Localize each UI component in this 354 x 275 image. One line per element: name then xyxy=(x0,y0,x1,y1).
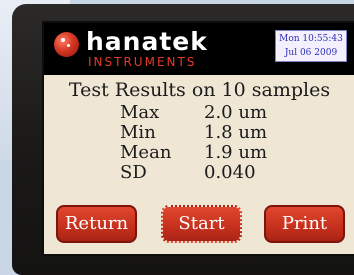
clock-time: Mon 10:55:43 xyxy=(279,34,343,44)
result-row-sd: SD 0.040 xyxy=(120,163,304,183)
result-label: Min xyxy=(120,122,156,143)
touch-screen: hanatek INSTRUMENTS Mon 10:55:43 Jul 06 … xyxy=(42,21,354,256)
header-bar: hanatek INSTRUMENTS Mon 10:55:43 Jul 06 … xyxy=(44,23,354,75)
result-row-min: Min 1.8 um xyxy=(120,123,304,143)
result-value: 2.0 um xyxy=(204,102,268,123)
result-value: 0.040 xyxy=(204,162,256,183)
result-label: Mean xyxy=(120,142,172,163)
result-label: Max xyxy=(120,102,160,123)
result-value: 1.9 um xyxy=(204,142,268,163)
result-value: 1.8 um xyxy=(204,122,268,143)
results-title: Test Results on 10 samples xyxy=(68,79,331,101)
device-bezel: hanatek INSTRUMENTS Mon 10:55:43 Jul 06 … xyxy=(12,4,354,275)
brand-name: hanatek xyxy=(86,27,208,56)
result-row-max: Max 2.0 um xyxy=(120,103,304,123)
datetime-display: Mon 10:55:43 Jul 06 2009 xyxy=(275,30,347,62)
button-bar: Return Start Print xyxy=(44,205,354,245)
hanatek-logo-icon xyxy=(54,32,79,57)
start-button[interactable]: Start xyxy=(161,205,242,243)
results-table: Max 2.0 um Min 1.8 um Mean 1.9 um SD 0.0… xyxy=(120,103,304,183)
brand-subtitle: INSTRUMENTS xyxy=(88,55,197,69)
result-row-mean: Mean 1.9 um xyxy=(120,143,304,163)
print-button[interactable]: Print xyxy=(264,205,345,243)
result-label: SD xyxy=(120,162,147,183)
clock-date: Jul 06 2009 xyxy=(284,48,338,58)
return-button[interactable]: Return xyxy=(56,205,137,243)
